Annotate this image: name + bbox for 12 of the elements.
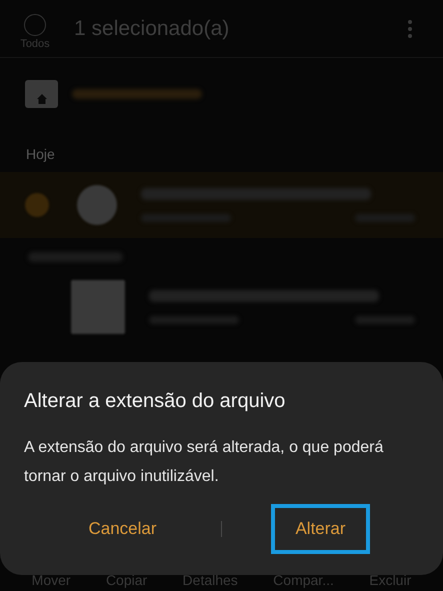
checkbox[interactable] — [25, 193, 49, 217]
file-row[interactable] — [0, 172, 443, 238]
dialog-button[interactable]: Cancelar — [64, 504, 181, 554]
select-all-checkbox[interactable] — [24, 14, 46, 36]
dialog-button[interactable]: Alterar — [271, 504, 370, 554]
home-folder-icon[interactable] — [25, 80, 58, 108]
file-thumbnail-icon — [77, 185, 117, 225]
more-options-icon[interactable] — [407, 20, 413, 38]
dialog-message: A extensão do arquivo será alterada, o que poderá tornar o arquivo inutilizável. — [24, 438, 384, 487]
dialog-title: Alterar a extensão do arquivo — [24, 390, 286, 413]
file-thumbnail-icon — [71, 280, 125, 334]
section-title: Hoje — [25, 145, 56, 164]
